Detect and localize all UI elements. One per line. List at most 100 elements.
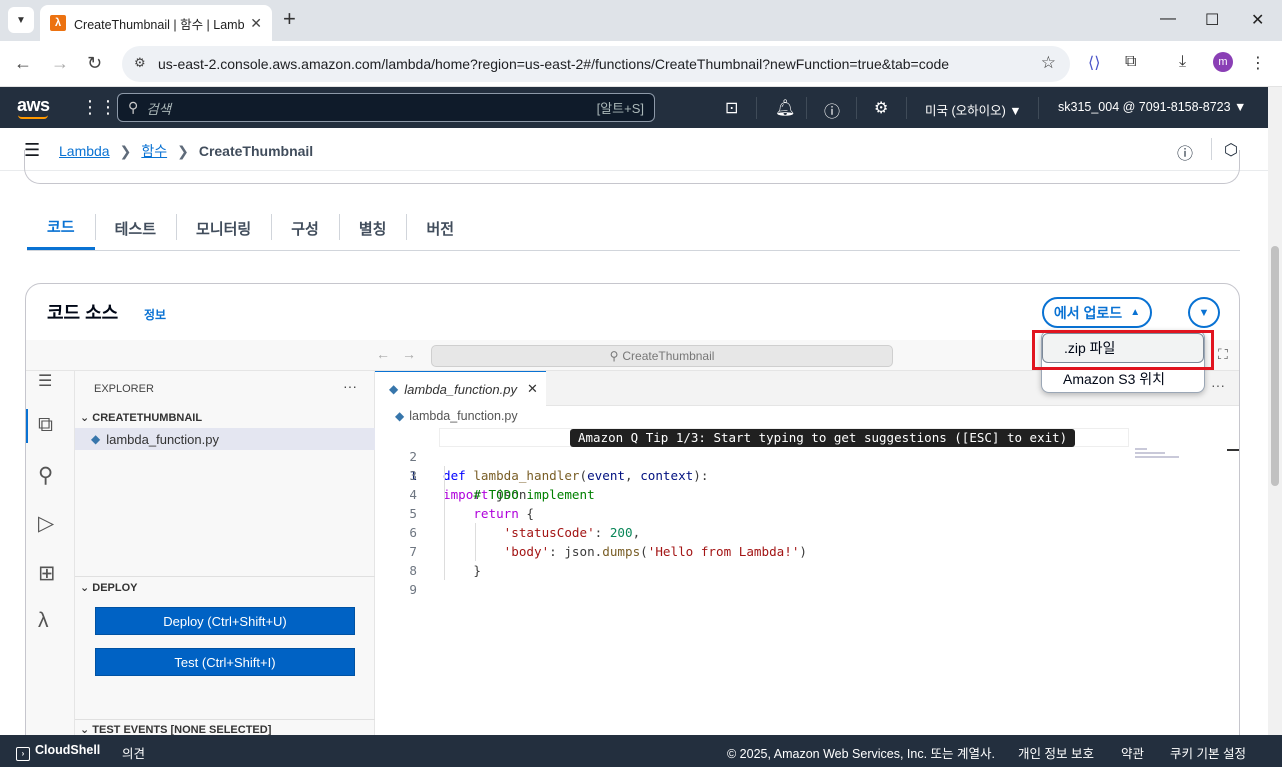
ide-menu-icon[interactable]: ☰ (38, 371, 52, 391)
tab-monitoring[interactable]: 모니터링 (176, 206, 271, 250)
tab-title: CreateThumbnail | 함수 | Lambda (74, 17, 245, 32)
nav-divider (806, 97, 807, 119)
line-number: 4 (409, 487, 417, 502)
function-overview-card (24, 150, 1240, 184)
maximize-icon[interactable]: ☐ (1205, 10, 1219, 30)
close-tab-icon[interactable]: ✕ (250, 15, 262, 32)
function-tabs: 코드 테스트 모니터링 구성 별칭 버전 (27, 206, 1240, 251)
nav-divider (856, 97, 857, 119)
site-info-icon[interactable]: ⚙ (134, 55, 146, 71)
line-number: 3 (409, 468, 417, 483)
run-debug-icon[interactable]: ▷ (38, 511, 54, 536)
close-icon[interactable]: ✕ (527, 381, 538, 397)
divider (75, 719, 375, 720)
aws-logo[interactable]: aws (17, 95, 50, 116)
extension-icon[interactable]: ⟨⟩ (1088, 53, 1100, 73)
profile-avatar[interactable]: m (1213, 52, 1233, 72)
ide-activity-bar: ☰ ⧉ ⚲ ▷ ⊞ λ (26, 371, 75, 752)
code-line: 7 'body': json.dumps('Hello from Lambda!… (375, 542, 1239, 561)
code-area[interactable]: 1 import json Amazon Q Tip 1/3: Start ty… (375, 428, 1239, 599)
terms-link[interactable]: 약관 (1121, 743, 1144, 762)
file-label: lambda_function.py (106, 431, 219, 447)
explorer-files-icon[interactable]: ⧉ (38, 413, 53, 437)
file-lambda-function[interactable]: ◆ lambda_function.py (75, 428, 375, 450)
tab-search-button[interactable]: ▼ (8, 7, 34, 33)
explorer-more-icon[interactable]: ··· (343, 378, 357, 394)
line-number: 8 (409, 563, 417, 578)
back-icon[interactable]: ← (14, 53, 32, 74)
cloudshell-label: CloudShell (35, 743, 101, 757)
ide-command-search[interactable]: ⚲ CreateThumbnail (431, 345, 893, 367)
python-file-icon: ◆ (389, 382, 399, 396)
tab-configuration[interactable]: 구성 (271, 206, 339, 250)
tab-code[interactable]: 코드 (27, 206, 95, 250)
search-placeholder: 검색 (146, 101, 172, 117)
ide-back-icon[interactable]: ← (376, 346, 390, 362)
explorer-panel: EXPLORER ··· ⌄ CREATETHUMBNAIL ◆ lambda_… (75, 371, 375, 752)
ide-forward-icon[interactable]: → (402, 346, 416, 362)
line-number: 5 (409, 506, 417, 521)
deploy-section[interactable]: ⌄ DEPLOY (80, 581, 138, 594)
code-line: 1 import json Amazon Q Tip 1/3: Start ty… (375, 428, 1239, 502)
cloudshell-icon[interactable]: ⊡ (725, 98, 738, 118)
url-field[interactable]: ⚙ us-east-2.console.aws.amazon.com/lambd… (122, 46, 1070, 82)
line-number: 6 (409, 525, 417, 540)
search-icon: ⚲ (128, 99, 139, 115)
feedback-link[interactable]: 의견 (122, 743, 145, 762)
code-line: 2 (375, 447, 1239, 466)
tab-test[interactable]: 테스트 (94, 206, 176, 250)
cookie-preferences-link[interactable]: 쿠키 기본 설정 (1170, 743, 1246, 762)
minimize-icon[interactable]: — (1160, 10, 1176, 28)
search-icon[interactable]: ⚲ (38, 463, 53, 488)
download-icon[interactable]: ⤓ (1179, 53, 1186, 71)
deploy-button[interactable]: Deploy (Ctrl+Shift+U) (95, 607, 355, 635)
account-menu[interactable]: sk315_004 @ 7091-8158-8723 ▼ (1058, 100, 1246, 114)
tab-aliases[interactable]: 별칭 (338, 206, 407, 250)
lambda-favicon-icon: λ (50, 15, 66, 31)
fullscreen-icon[interactable]: ⛶ (1218, 346, 1228, 363)
lambda-icon[interactable]: λ (38, 609, 49, 633)
bookmark-star-icon[interactable]: ☆ (1041, 53, 1056, 73)
copyright-text: © 2025, Amazon Web Services, Inc. 또는 계열사… (727, 747, 995, 761)
folder-createthumbnail[interactable]: ⌄ CREATETHUMBNAIL (80, 411, 202, 424)
editor-more-icon[interactable]: ··· (1211, 377, 1225, 393)
extensions-icon[interactable]: ⊞ (38, 561, 56, 586)
new-tab-button[interactable]: + (283, 8, 296, 30)
info-link[interactable]: 정보 (144, 306, 166, 323)
code-line: 4 # TODO implement (375, 485, 1239, 504)
browser-menu-icon[interactable]: ⋮ (1250, 53, 1266, 73)
forward-icon[interactable]: → (51, 53, 69, 74)
browser-tab-strip: ▼ λ CreateThumbnail | 함수 | Lambda ✕ + — … (0, 0, 1282, 41)
tab-versions[interactable]: 버전 (406, 206, 474, 250)
cloudshell-button[interactable]: › CloudShell (16, 743, 100, 761)
browser-tab[interactable]: λ CreateThumbnail | 함수 | Lambda ✕ (40, 5, 272, 41)
code-actions-dropdown-button[interactable]: ▼ (1188, 297, 1220, 328)
reload-icon[interactable]: ↻ (87, 53, 102, 74)
code-source-title: 코드 소스 (47, 303, 119, 323)
extensions-puzzle-icon[interactable]: ⧉ (1125, 53, 1136, 71)
help-icon[interactable]: ⓘ (824, 98, 840, 122)
aws-search-input[interactable]: ⚲ 검색 [알트+S] (117, 93, 655, 122)
page-scrollbar-thumb[interactable] (1271, 246, 1279, 486)
active-indicator (26, 409, 28, 443)
region-selector[interactable]: 미국 (오하이오) ▼ (925, 100, 1022, 119)
line-number: 9 (409, 582, 417, 597)
editor-tab-lambda-function[interactable]: ◆ lambda_function.py ✕ (375, 371, 546, 406)
close-window-icon[interactable]: ✕ (1251, 10, 1264, 30)
editor-tab-label: lambda_function.py (404, 381, 517, 397)
minimap[interactable] (1135, 448, 1185, 468)
indent-guide (475, 523, 476, 561)
chevron-down-icon: ⌄ (80, 412, 90, 424)
settings-gear-icon[interactable]: ⚙ (874, 98, 888, 118)
overview-ruler (1227, 449, 1239, 451)
code-editor: ◆ lambda_function.py ✕ ··· ◆ lambda_func… (375, 371, 1239, 752)
code-line: 5 return { (375, 504, 1239, 523)
upload-from-button[interactable]: 에서 업로드 ▲ (1042, 297, 1152, 328)
editor-breadcrumb-label: lambda_function.py (409, 409, 518, 423)
line-number: 2 (409, 449, 417, 464)
privacy-link[interactable]: 개인 정보 보호 (1018, 743, 1094, 762)
test-button[interactable]: Test (Ctrl+Shift+I) (95, 648, 355, 676)
notifications-bell-icon[interactable]: 🔔︎ (775, 98, 795, 118)
deploy-section-label: DEPLOY (92, 582, 138, 594)
ide-search-text: CreateThumbnail (622, 349, 715, 363)
